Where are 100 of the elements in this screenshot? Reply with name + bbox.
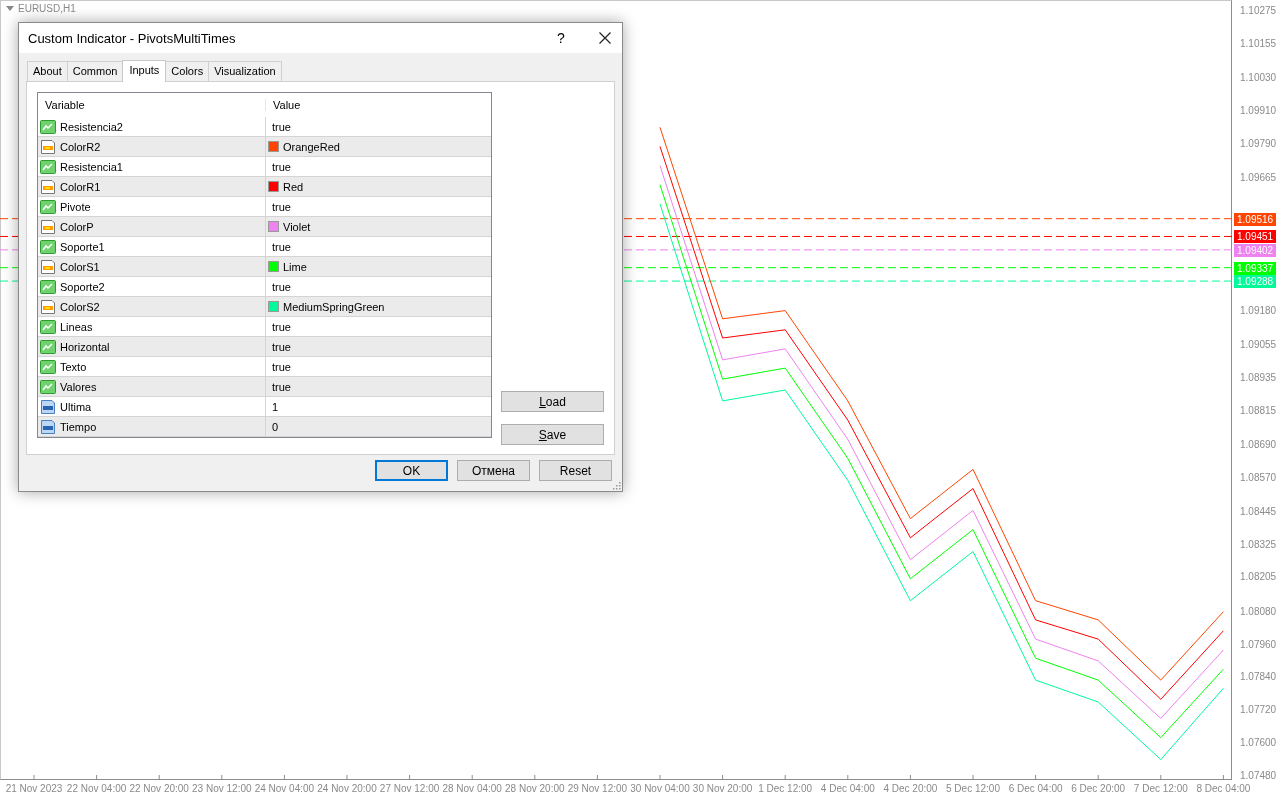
variable-name: ColorS2	[60, 300, 100, 313]
time-tick-label: 24 Nov 04:00	[254, 783, 315, 795]
variable-value[interactable]: Violet	[283, 220, 311, 233]
variable-value[interactable]: OrangeRed	[283, 140, 340, 153]
variable-name: Ultima	[60, 400, 92, 413]
variable-name: ColorS1	[60, 260, 100, 273]
time-tick-label: 29 Nov 12:00	[567, 783, 628, 795]
color-document-icon	[40, 138, 56, 155]
number-icon	[40, 418, 56, 435]
line-chart-icon	[40, 118, 56, 135]
variable-value[interactable]: true	[272, 280, 291, 293]
line-chart-icon	[40, 378, 56, 395]
price-tick-label: 1.09665	[1240, 171, 1277, 184]
column-header[interactable]: Value	[266, 99, 301, 111]
variable-value[interactable]: true	[272, 200, 291, 213]
time-tick-label: 28 Nov 04:00	[442, 783, 502, 795]
variable-name: Horizontal	[60, 340, 110, 353]
column-header[interactable]: Variable	[38, 99, 266, 111]
time-tick-label: 1 Dec 12:00	[758, 783, 813, 795]
price-tick-label: 1.07600	[1240, 737, 1277, 750]
variable-name: ColorR1	[60, 180, 101, 193]
time-tick-label: 24 Nov 20:00	[317, 783, 377, 795]
time-tick-label: 4 Dec 04:00	[820, 783, 875, 795]
price-label: 1.09288	[1234, 275, 1276, 289]
line-chart-icon	[40, 338, 56, 355]
variable-name: Resistencia1	[60, 160, 123, 173]
variable-value[interactable]: true	[272, 320, 291, 333]
time-tick-label: 21 Nov 2023	[5, 783, 63, 795]
variable-name: Valores	[60, 380, 97, 393]
time-tick-label: 27 Nov 12:00	[379, 783, 440, 795]
price-tick-label: 1.08815	[1240, 404, 1277, 417]
dialog-button[interactable]: OK	[375, 460, 448, 481]
variable-value[interactable]: true	[272, 160, 291, 173]
time-tick-label: 22 Nov 20:00	[129, 783, 189, 795]
dialog-button[interactable]: Reset	[539, 460, 612, 481]
variable-name: Soporte2	[60, 280, 105, 293]
price-tick-label: 1.07840	[1240, 671, 1277, 684]
variable-name: Tiempo	[60, 420, 97, 433]
variable-value[interactable]: Lime	[283, 260, 307, 273]
side-button[interactable]: Save	[501, 424, 604, 445]
close-icon	[599, 32, 611, 44]
tab[interactable]: About	[27, 61, 68, 81]
time-tick-label: 8 Dec 04:00	[1196, 783, 1251, 795]
variable-value[interactable]: 0	[272, 420, 279, 433]
variable-name: Texto	[60, 360, 87, 373]
time-tick-label: 23 Nov 12:00	[192, 783, 252, 795]
time-tick-label: 5 Dec 12:00	[946, 783, 1000, 795]
time-tick-label: 6 Dec 20:00	[1071, 783, 1126, 795]
price-tick-label: 1.09180	[1240, 304, 1277, 317]
time-tick-label: 7 Dec 12:00	[1133, 783, 1188, 795]
price-label: 1.09337	[1234, 261, 1276, 275]
variable-name: Soporte1	[60, 240, 105, 253]
color-document-icon	[40, 298, 56, 315]
price-tick-label: 1.08445	[1240, 505, 1277, 518]
variable-value[interactable]: true	[272, 360, 291, 373]
price-tick-label: 1.10030	[1240, 72, 1277, 84]
variable-name: ColorP	[60, 220, 94, 233]
time-tick-label: 22 Nov 04:00	[66, 783, 127, 795]
price-tick-label: 1.07960	[1240, 638, 1277, 651]
line-chart-icon	[40, 158, 56, 175]
variable-name: Pivote	[60, 200, 91, 213]
variable-value[interactable]: true	[272, 240, 291, 253]
price-tick-label: 1.10155	[1240, 37, 1277, 50]
price-tick-label: 1.07720	[1240, 704, 1277, 717]
tab[interactable]: Inputs	[122, 60, 167, 82]
chart-symbol: EURUSD,H1	[18, 3, 76, 14]
help-button[interactable]: ?	[546, 30, 576, 46]
number-icon	[40, 398, 56, 415]
color-document-icon	[40, 258, 56, 275]
resize-grip-icon[interactable]	[611, 480, 621, 490]
price-tick-label: 1.08935	[1240, 371, 1277, 384]
time-tick-label: 6 Dec 04:00	[1008, 783, 1063, 795]
variable-value[interactable]: MediumSpringGreen	[283, 300, 385, 313]
price-label: 1.09516	[1234, 212, 1276, 226]
variable-name: Resistencia2	[60, 120, 123, 133]
variable-value[interactable]: true	[272, 340, 291, 353]
price-tick-label: 1.10275	[1240, 4, 1277, 17]
line-chart-icon	[40, 278, 56, 295]
dialog-button[interactable]: Отмена	[457, 460, 530, 481]
dialog-title: Custom Indicator - PivotsMultiTimes	[28, 30, 237, 46]
price-tick-label: 1.08325	[1240, 538, 1277, 551]
time-tick-label: 28 Nov 20:00	[505, 783, 565, 795]
price-label: 1.09451	[1234, 230, 1276, 244]
price-tick-label: 1.09055	[1240, 338, 1277, 351]
price-tick-label: 1.08080	[1240, 605, 1277, 618]
line-chart-icon	[40, 238, 56, 255]
time-tick-label: 30 Nov 20:00	[692, 783, 753, 795]
variable-value[interactable]: 1	[272, 400, 279, 413]
tab[interactable]: Visualization	[208, 61, 282, 81]
price-tick-label: 1.08570	[1240, 471, 1277, 484]
line-chart-icon	[40, 198, 56, 215]
price-tick-label: 1.09790	[1240, 137, 1277, 150]
variable-value[interactable]: true	[272, 120, 291, 133]
side-button[interactable]: Load	[501, 391, 604, 412]
dropdown-icon[interactable]	[6, 6, 14, 11]
price-tick-label: 1.07480	[1240, 769, 1277, 782]
variable-value[interactable]: Red	[283, 180, 304, 193]
price-tick-label: 1.09910	[1240, 104, 1277, 117]
price-tick-label: 1.08690	[1240, 438, 1277, 451]
variable-value[interactable]: true	[272, 380, 291, 393]
